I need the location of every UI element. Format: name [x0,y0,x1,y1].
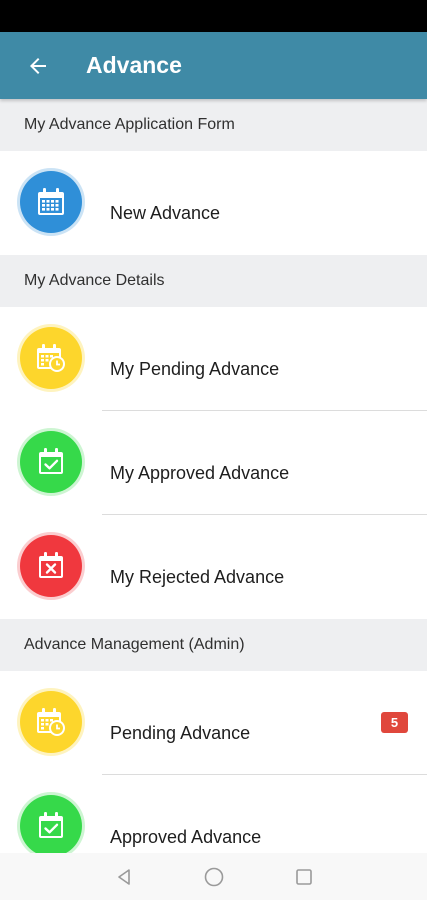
arrow-left-icon [30,57,46,74]
list-item-label: My Pending Advance [110,359,280,379]
back-button[interactable] [0,32,78,99]
section-header-application-form: My Advance Application Form [0,99,427,151]
list-item-label: Approved Advance [110,827,262,847]
section-header-advance-details: My Advance Details [0,255,427,307]
calendar-clock-icon [20,327,82,389]
list-item-my-rejected-advance[interactable]: My Rejected Advance [0,515,427,619]
list-item-label: Pending Advance [110,723,251,743]
list-item-my-approved-advance[interactable]: My Approved Advance [0,411,427,515]
main-content: My Advance Application Form New Advance … [0,99,427,879]
status-bar [0,0,427,32]
app-bar: Advance [0,32,427,99]
list-item-label: My Rejected Advance [110,567,285,587]
count-badge: 5 [381,712,408,733]
list-item-label: New Advance [110,203,221,223]
calendar-check-icon [20,795,82,857]
nav-back-button[interactable] [112,865,136,889]
list-item-new-advance[interactable]: New Advance [0,151,427,255]
nav-home-button[interactable] [202,865,226,889]
section-header-advance-management: Advance Management (Admin) [0,619,427,671]
triangle-back-icon [117,868,130,885]
square-recents-icon [295,868,312,885]
nav-recents-button[interactable] [292,865,316,889]
list-item-my-pending-advance[interactable]: My Pending Advance [0,307,427,411]
calendar-x-icon [20,535,82,597]
calendar-clock-icon [20,691,82,753]
calendar-check-icon [20,431,82,493]
calendar-icon [20,171,82,233]
list-item-label: My Approved Advance [110,463,290,483]
page-title: Advance [86,52,182,78]
list-item-pending-advance[interactable]: Pending Advance 5 [0,671,427,775]
system-nav-bar [0,853,427,900]
circle-home-icon [204,867,223,886]
